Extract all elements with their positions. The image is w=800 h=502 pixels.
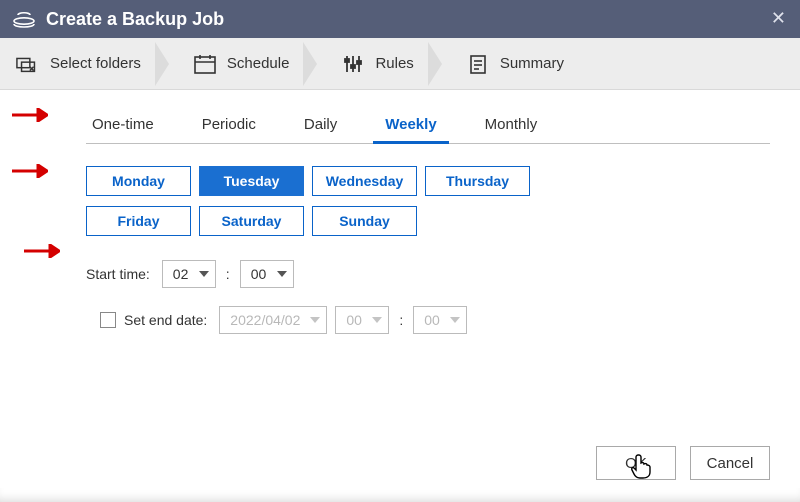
folders-icon — [16, 52, 40, 76]
backup-job-dialog: Create a Backup Job ✕ Select folders Sch… — [0, 0, 800, 502]
start-time-label: Start time: — [86, 266, 150, 282]
end-hour-select[interactable]: 00 — [335, 306, 389, 334]
day-tuesday[interactable]: Tuesday — [199, 166, 304, 196]
wizard-step-rules[interactable]: Rules — [337, 38, 453, 90]
end-date-label: Set end date: — [124, 312, 207, 328]
day-wednesday[interactable]: Wednesday — [312, 166, 417, 196]
sliders-icon — [341, 52, 365, 76]
shadow — [0, 488, 800, 502]
step-label: Select folders — [50, 55, 141, 72]
annotation-arrow-icon — [24, 244, 60, 258]
dialog-title: Create a Backup Job — [46, 9, 224, 30]
end-date-checkbox[interactable] — [100, 312, 116, 328]
end-date-row: Set end date: 2022/04/02 00 : 00 — [100, 306, 770, 334]
time-colon: : — [397, 312, 405, 328]
day-monday[interactable]: Monday — [86, 166, 191, 196]
day-saturday[interactable]: Saturday — [199, 206, 304, 236]
day-friday[interactable]: Friday — [86, 206, 191, 236]
close-icon[interactable]: ✕ — [771, 8, 786, 29]
tab-one-time[interactable]: One-time — [86, 110, 160, 143]
day-sunday[interactable]: Sunday — [312, 206, 417, 236]
wizard-step-summary[interactable]: Summary — [462, 48, 576, 80]
tab-daily[interactable]: Daily — [298, 110, 343, 143]
tab-monthly[interactable]: Monthly — [479, 110, 544, 143]
chevron-right-icon — [428, 42, 442, 86]
annotation-arrow-icon — [12, 108, 48, 122]
chevron-down-icon — [199, 271, 209, 277]
tab-weekly[interactable]: Weekly — [379, 110, 442, 143]
start-minute-select[interactable]: 00 — [240, 260, 294, 288]
time-colon: : — [224, 266, 232, 282]
summary-icon — [466, 52, 490, 76]
chevron-right-icon — [303, 42, 317, 86]
calendar-icon — [193, 52, 217, 76]
chevron-down-icon — [450, 317, 460, 323]
drive-icon — [12, 9, 36, 29]
wizard-steps: Select folders Schedule Rules Summary — [0, 38, 800, 90]
step-label: Summary — [500, 55, 564, 72]
tab-periodic[interactable]: Periodic — [196, 110, 262, 143]
start-time-row: Start time: 02 : 00 — [86, 260, 770, 288]
step-label: Schedule — [227, 55, 290, 72]
end-date-select[interactable]: 2022/04/02 — [219, 306, 327, 334]
start-hour-select[interactable]: 02 — [162, 260, 216, 288]
chevron-down-icon — [310, 317, 320, 323]
chevron-right-icon — [155, 42, 169, 86]
chevron-down-icon — [372, 317, 382, 323]
step-label: Rules — [375, 55, 413, 72]
cancel-button[interactable]: Cancel — [690, 446, 770, 480]
ok-button[interactable]: OK — [596, 446, 676, 480]
title-bar: Create a Backup Job ✕ — [0, 0, 800, 38]
schedule-tabs: One-time Periodic Daily Weekly Monthly — [86, 110, 770, 144]
end-minute-select[interactable]: 00 — [413, 306, 467, 334]
wizard-step-schedule[interactable]: Schedule — [189, 38, 330, 90]
wizard-step-select-folders[interactable]: Select folders — [16, 38, 181, 90]
dialog-footer: OK Cancel — [596, 446, 770, 480]
schedule-panel: One-time Periodic Daily Weekly Monthly M… — [0, 90, 800, 502]
annotation-arrow-icon — [12, 164, 48, 178]
day-thursday[interactable]: Thursday — [425, 166, 530, 196]
day-selector: Monday Tuesday Wednesday Thursday Friday… — [86, 166, 770, 236]
chevron-down-icon — [277, 271, 287, 277]
